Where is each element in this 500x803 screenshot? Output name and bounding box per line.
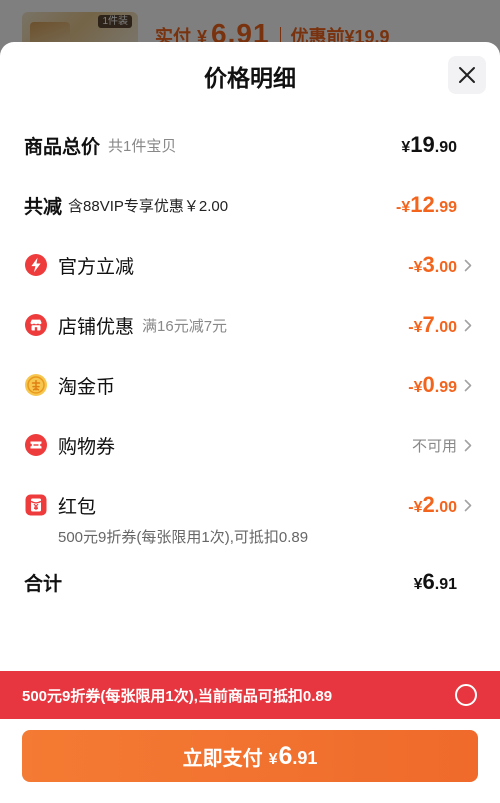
red-packet-icon (24, 493, 48, 517)
total-reduction-label: 共减 (24, 196, 63, 218)
vip-discount-note: 含88VIP专享优惠￥2.00 (68, 197, 229, 215)
official-discount-label: 官方立减 (58, 256, 135, 278)
subtotal-label: 商品总价 (24, 136, 101, 158)
lightning-icon (24, 253, 48, 277)
chevron-right-icon (457, 425, 472, 465)
coupon-banner[interactable]: 500元9折券(每张限用1次),当前商品可抵扣0.89 (0, 671, 500, 719)
chevron-right-icon (457, 305, 472, 345)
amount-integer: 12 (410, 192, 435, 217)
item-count-note: 共1件宝贝 (108, 137, 177, 155)
amount-prefix: -¥ (408, 379, 423, 396)
close-icon (458, 66, 476, 84)
amount-prefix: -¥ (408, 259, 423, 276)
shop-icon (24, 313, 48, 337)
price-row-official-discount[interactable]: 官方立减 -¥ 3 .00 (24, 245, 472, 285)
chevron-right-icon (457, 365, 472, 405)
amount-decimal: .00 (434, 319, 457, 336)
amount-integer: 6 (278, 741, 293, 770)
pay-now-button[interactable]: 立即支付 ¥ 6 .91 (22, 730, 478, 782)
shop-discount-label: 店铺优惠 (58, 316, 135, 338)
amount-decimal: .91 (292, 747, 318, 768)
amount-decimal: .90 (434, 139, 457, 156)
taobao-coins-amount: -¥ 0 .99 (408, 372, 457, 398)
close-button[interactable] (448, 56, 486, 94)
price-row-taobao-coins[interactable]: 淘金币 -¥ 0 .99 (24, 365, 472, 405)
amount-decimal: .00 (434, 499, 457, 516)
amount-integer: 19 (410, 132, 435, 157)
amount-decimal: .99 (434, 379, 457, 396)
price-row-total: 合计 ¥ 6 .91 (24, 562, 472, 602)
coin-icon (24, 373, 48, 397)
amount-prefix: -¥ (408, 499, 423, 516)
price-row-shop-discount[interactable]: 店铺优惠 满16元减7元 -¥ 7 .00 (24, 305, 472, 345)
red-packet-label: 红包 (58, 496, 97, 518)
price-row-subtotal: 商品总价 共1件宝贝 ¥ 19 .90 (24, 125, 472, 165)
amount-integer: 3 (422, 252, 435, 277)
amount-integer: 2 (422, 492, 435, 517)
red-packet-detail: 500元9折券(每张限用1次),可抵扣0.89 (58, 529, 309, 546)
taobao-coins-label: 淘金币 (58, 376, 116, 398)
total-amount: ¥ 6 .91 (414, 569, 457, 595)
shop-discount-amount: -¥ 7 .00 (408, 312, 457, 338)
red-packet-amount: -¥ 2 .00 (408, 492, 457, 518)
amount-prefix: ¥ (401, 139, 411, 156)
chevron-slot (457, 125, 472, 165)
amount-decimal: .99 (434, 199, 457, 216)
amount-prefix: -¥ (396, 199, 411, 216)
voucher-status: 不可用 (411, 437, 457, 455)
coupon-banner-text: 500元9折券(每张限用1次),当前商品可抵扣0.89 (22, 687, 333, 705)
coupon-radio[interactable] (455, 684, 477, 706)
chevron-slot (457, 562, 472, 602)
amount-prefix: ¥ (268, 750, 278, 768)
chevron-slot (457, 185, 472, 225)
amount-decimal: .00 (434, 259, 457, 276)
official-discount-amount: -¥ 3 .00 (408, 252, 457, 278)
total-reduction-amount: -¥ 12 .99 (396, 192, 457, 218)
shop-discount-rule: 满16元减7元 (142, 317, 228, 335)
amount-prefix: -¥ (408, 319, 423, 336)
amount-integer: 6 (422, 569, 435, 594)
chevron-right-icon (457, 245, 472, 285)
amount-integer: 7 (422, 312, 435, 337)
price-row-shopping-voucher[interactable]: 购物券 不可用 (24, 425, 472, 465)
total-label: 合计 (24, 573, 63, 595)
subtotal-amount: ¥ 19 .90 (401, 132, 457, 158)
ticket-icon (24, 433, 48, 457)
amount-prefix: ¥ (413, 576, 423, 593)
price-row-red-packet[interactable]: 红包 -¥ 2 .00 (24, 485, 472, 525)
shopping-voucher-label: 购物券 (58, 436, 116, 458)
amount-decimal: .91 (434, 576, 457, 593)
pay-button-label: 立即支付 (182, 747, 263, 770)
amount-integer: 0 (422, 372, 435, 397)
price-row-total-reduction: 共减 含88VIP专享优惠￥2.00 -¥ 12 .99 (24, 185, 472, 225)
chevron-right-icon (457, 485, 472, 525)
pay-button-amount: ¥ 6 .91 (269, 742, 318, 771)
price-detail-sheet: 价格明细 商品总价 共1件宝贝 ¥ 19 .90 共减 含88VIP专享优惠￥2… (0, 42, 500, 803)
sheet-title: 价格明细 (204, 65, 296, 91)
